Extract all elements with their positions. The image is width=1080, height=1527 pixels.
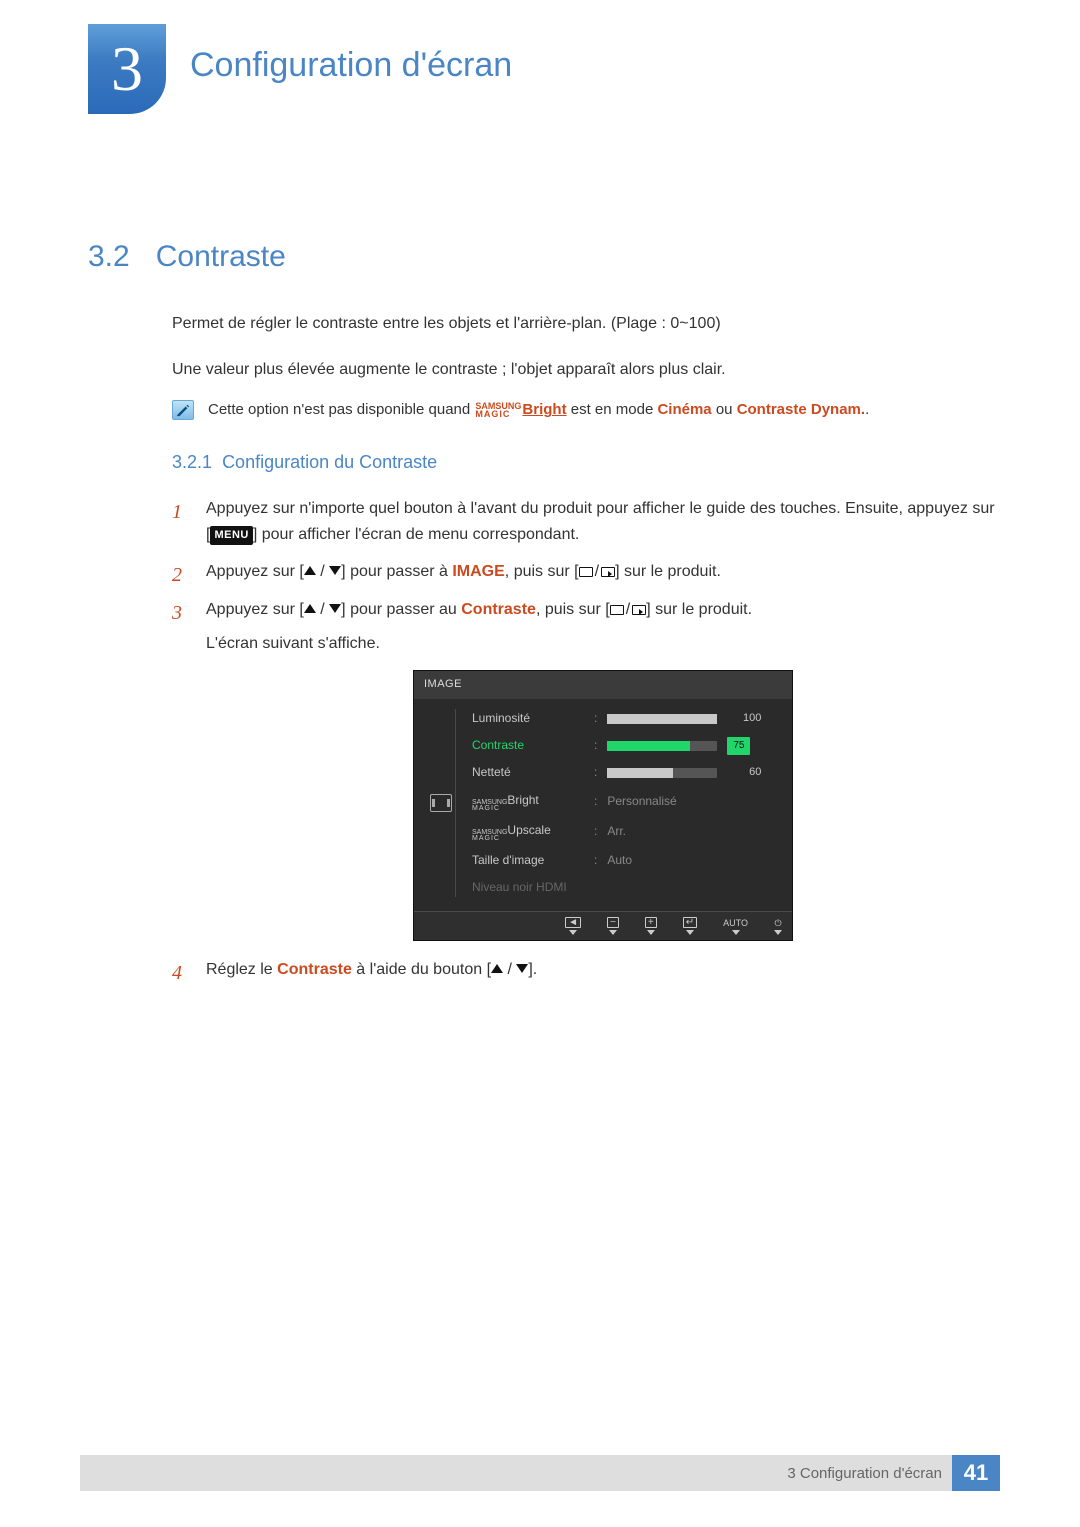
up-arrow-icon — [491, 964, 503, 973]
osd-back-icon: ◄ — [565, 917, 581, 935]
osd-row-nettete: Netteté: 60 — [472, 763, 780, 782]
section-heading: 3.2 Contraste — [88, 240, 1000, 274]
section-number: 3.2 — [88, 240, 130, 274]
samsung-magic-label: SAMSUNG MAGIC — [475, 402, 521, 418]
chapter-title: Configuration d'écran — [190, 46, 512, 85]
osd-screenshot: IMAGE Luminosité: 100 Contraste: 75 — [413, 670, 793, 941]
osd-row-contraste: Contraste: 75 — [472, 736, 780, 755]
up-arrow-icon — [304, 566, 316, 575]
menu-button-chip: MENU — [210, 526, 252, 546]
note-text: Cette option n'est pas disponible quand … — [208, 401, 869, 418]
step-4: 4 Réglez le Contraste à l'aide du bouton… — [172, 957, 1000, 983]
subsection-heading: 3.2.1 Configuration du Contraste — [172, 452, 437, 473]
footer-text: 3 Configuration d'écran — [787, 1465, 942, 1482]
osd-plus-icon: + — [645, 917, 657, 935]
osd-row-luminosite: Luminosité: 100 — [472, 709, 780, 728]
osd-title: IMAGE — [414, 671, 792, 699]
up-arrow-icon — [304, 604, 316, 613]
intro-paragraph-1: Permet de régler le contraste entre les … — [172, 312, 1000, 337]
step-1: 1 Appuyez sur n'importe quel bouton à l'… — [172, 496, 1000, 547]
osd-enter-icon: ↵ — [683, 917, 697, 935]
source-enter-icon: / — [610, 597, 646, 623]
osd-power-icon: ⏻ — [774, 917, 782, 935]
section-title: Contraste — [156, 240, 286, 274]
osd-minus-icon: − — [607, 917, 619, 935]
osd-row-magic-bright: SAMSUNGMAGICBright: Personnalisé — [472, 791, 780, 813]
down-arrow-icon — [516, 964, 528, 973]
intro-paragraph-2: Une valeur plus élevée augmente le contr… — [172, 358, 1000, 383]
note-callout: Cette option n'est pas disponible quand … — [172, 400, 1000, 420]
down-arrow-icon — [329, 604, 341, 613]
source-enter-icon: / — [579, 559, 615, 585]
osd-auto-icon: AUTO — [723, 917, 748, 935]
page-footer: 3 Configuration d'écran 41 — [80, 1455, 1000, 1491]
osd-footer: ◄ − + ↵ AUTO ⏻ — [414, 911, 792, 940]
page-number: 41 — [952, 1455, 1000, 1491]
step-2: 2 Appuyez sur [ / ] pour passer à IMAGE,… — [172, 559, 1000, 585]
osd-category-icon — [426, 709, 456, 898]
down-arrow-icon — [329, 566, 341, 575]
osd-row-hdmi-black: Niveau noir HDMI — [472, 878, 780, 897]
step-3: 3 Appuyez sur [ / ] pour passer au Contr… — [172, 597, 1000, 941]
osd-row-magic-upscale: SAMSUNGMAGICUpscale: Arr. — [472, 821, 780, 843]
steps-list: 1 Appuyez sur n'importe quel bouton à l'… — [172, 496, 1000, 995]
chapter-number-badge: 3 — [88, 24, 166, 114]
note-icon — [172, 400, 194, 420]
osd-row-taille: Taille d'image: Auto — [472, 851, 780, 870]
